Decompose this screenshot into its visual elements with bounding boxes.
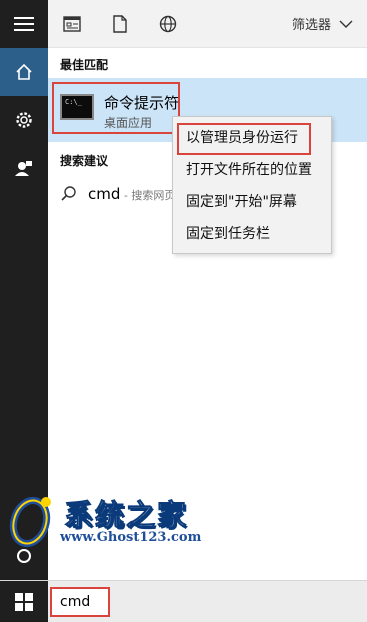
best-match-title: 命令提示符 [104,94,180,112]
search-toolbar: 筛选器 [48,0,367,48]
globe-icon[interactable] [158,14,178,34]
menu-item-pin-to-taskbar[interactable]: 固定到任务栏 [173,217,331,249]
suggestion-hint: - 搜索网页 [120,189,176,202]
menu-item-run-as-admin[interactable]: 以管理员身份运行 [173,121,331,155]
suggestions-heading: 搜索建议 [60,154,109,168]
document-list-icon[interactable] [62,14,82,34]
menu-item-open-file-location[interactable]: 打开文件所在的位置 [173,153,331,185]
taskbar-search-input[interactable]: cmd [50,587,110,617]
gear-icon[interactable] [0,96,48,144]
suggestion-text: cmd - 搜索网页 [88,185,176,203]
command-prompt-icon: C:\_ [60,94,94,120]
context-menu: 以管理员身份运行 打开文件所在的位置 固定到"开始"屏幕 固定到任务栏 [172,116,332,254]
watermark: 系统之家 www.Ghost123.com [6,490,236,554]
filter-label: 筛选器 [291,18,331,33]
search-icon [61,186,76,201]
chevron-down-icon [339,20,353,28]
windows-start-icon[interactable] [0,581,48,622]
watermark-logo-icon [9,497,51,547]
filter-dropdown[interactable]: 筛选器 [292,14,353,33]
watermark-url: www.Ghost123.com [60,530,202,545]
best-match-subtitle: 桌面应用 [104,116,153,130]
home-icon[interactable] [0,48,48,96]
person-feedback-icon[interactable] [0,144,48,192]
best-match-heading: 最佳匹配 [60,58,109,72]
hamburger-menu-icon[interactable] [0,0,48,48]
file-icon[interactable] [110,14,130,34]
watermark-title: 系统之家 [63,498,189,533]
menu-item-pin-to-start[interactable]: 固定到"开始"屏幕 [173,185,331,217]
taskbar: cmd [0,580,367,622]
